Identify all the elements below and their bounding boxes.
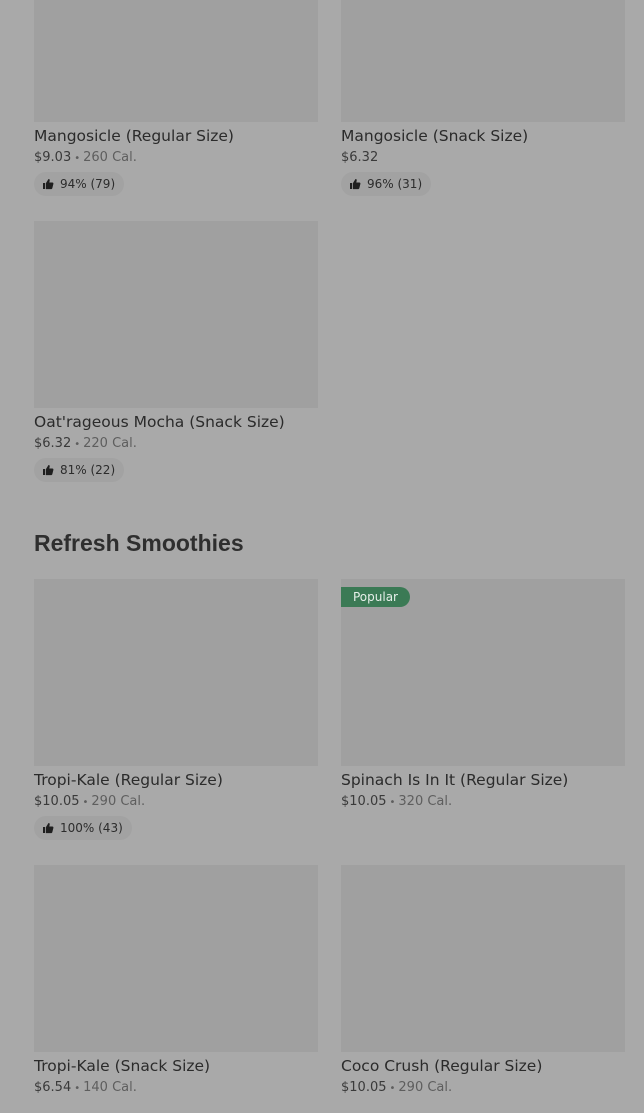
item-meta: $10.05 • 320 Cal. [341, 794, 453, 809]
item-price: $10.05 [34, 794, 80, 809]
rating-text: 94% (79) [60, 177, 116, 191]
thumbs-up-icon [43, 465, 54, 476]
item-calories: 260 Cal. [83, 150, 137, 165]
item-image [34, 221, 318, 408]
menu-item-card[interactable]: Mangosicle (Snack Size) $6.32 96% (31) [341, 0, 625, 196]
section-title: Refresh Smoothies [34, 530, 244, 556]
item-calories: 140 Cal. [83, 1080, 137, 1095]
item-image [34, 0, 318, 122]
item-calories: 220 Cal. [83, 436, 137, 451]
item-image [34, 865, 318, 1052]
rating-text: 96% (31) [367, 177, 423, 191]
item-image [34, 579, 318, 766]
item-price: $6.32 [34, 436, 72, 451]
menu-item-card[interactable]: Mangosicle (Regular Size) $9.03 • 260 Cal.… [34, 0, 318, 196]
item-image [341, 0, 625, 122]
item-name: Mangosicle (Regular Size) [34, 127, 234, 145]
menu-item-card[interactable]: Popular Spinach Is In It (Regular Size) … [341, 579, 625, 809]
item-calories: 290 Cal. [91, 794, 146, 809]
item-meta: $6.54 • 140 Cal. [34, 1080, 137, 1095]
rating-text: 81% (22) [60, 463, 116, 477]
item-rating: 96% (31) [341, 172, 432, 196]
item-price: $6.54 [34, 1080, 72, 1095]
item-name: Oat'rageous Mocha (Snack Size) [34, 413, 285, 431]
thumbs-up-icon [350, 179, 361, 190]
thumbs-up-icon [43, 179, 54, 190]
item-name: Tropi-Kale (Regular Size) [34, 771, 223, 789]
item-name: Spinach Is In It (Regular Size) [341, 771, 569, 789]
menu-item-card[interactable]: Coco Crush (Regular Size) $10.05 • 290 Cal… [341, 865, 625, 1095]
rating-text: 100% (43) [60, 821, 123, 835]
item-image: Popular [341, 579, 625, 766]
item-name: Tropi-Kale (Snack Size) [34, 1057, 211, 1075]
thumbs-up-icon [43, 823, 54, 834]
item-calories: 290 Cal. [398, 1080, 453, 1095]
item-rating: 94% (79) [34, 172, 125, 196]
item-price: $9.03 [34, 150, 72, 165]
menu-item-card[interactable]: Tropi-Kale (Snack Size) $6.54 • 140 Cal. [34, 865, 318, 1095]
item-meta: $6.32 • 220 Cal. [34, 436, 137, 451]
item-rating: 81% (22) [34, 458, 125, 482]
item-name: Coco Crush (Regular Size) [341, 1057, 543, 1075]
item-meta: $6.32 [341, 150, 625, 165]
item-name: Mangosicle (Snack Size) [341, 127, 529, 145]
menu-item-card[interactable]: Oat'rageous Mocha (Snack Size) $6.32 • 220… [34, 221, 318, 482]
item-calories: 320 Cal. [398, 794, 453, 809]
item-price: $6.32 [341, 150, 379, 165]
popular-badge: Popular [341, 587, 410, 607]
item-image [341, 865, 625, 1052]
item-meta: $9.03 • 260 Cal. [34, 150, 137, 165]
item-price: $10.05 [341, 1080, 387, 1095]
item-rating: 100% (43) [34, 816, 132, 840]
item-price: $10.05 [341, 794, 387, 809]
item-meta: $10.05 • 290 Cal. [34, 794, 146, 809]
item-meta: $10.05 • 290 Cal. [341, 1080, 453, 1095]
menu-item-card[interactable]: Tropi-Kale (Regular Size) $10.05 • 290 Cal… [34, 579, 318, 840]
